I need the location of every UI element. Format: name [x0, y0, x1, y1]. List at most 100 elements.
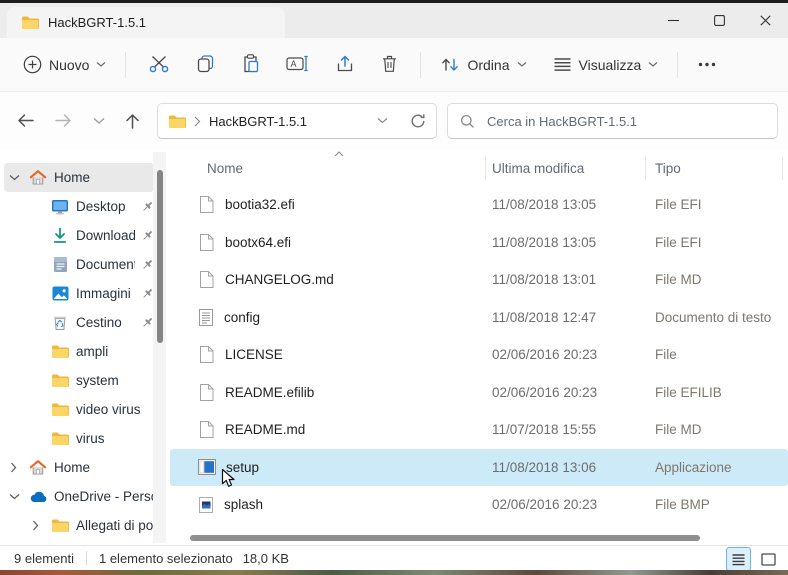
- breadcrumb-path[interactable]: HackBGRT-1.5.1: [209, 114, 307, 129]
- sidebar-item-allegati-di-post[interactable]: Allegati di post: [4, 511, 154, 540]
- file-row-splash[interactable]: splash 02/06/2016 20:23 File BMP: [170, 486, 788, 524]
- column-divider[interactable]: [645, 157, 646, 180]
- details-view-toggle[interactable]: [726, 547, 751, 571]
- sidebar-item-ampli[interactable]: ampli: [4, 337, 154, 366]
- delete-button[interactable]: [381, 54, 398, 76]
- column-header-tipo[interactable]: Tipo: [655, 161, 788, 176]
- file-icon: [198, 345, 215, 364]
- search-input[interactable]: [485, 112, 765, 130]
- back-icon[interactable]: [16, 112, 35, 129]
- large-icons-view-toggle[interactable]: [756, 547, 781, 571]
- file-name-cell: config: [170, 308, 492, 327]
- file-name-cell: LICENSE: [170, 345, 492, 364]
- chevron-right-icon[interactable]: [28, 520, 44, 531]
- sidebar-item-label: Immagini: [76, 286, 131, 301]
- pictures-icon: [50, 286, 70, 301]
- file-modified: 02/06/2016 20:23: [492, 384, 598, 400]
- share-button[interactable]: [335, 54, 355, 76]
- sidebar-item-home[interactable]: Home: [4, 453, 154, 482]
- file-type: File EFI: [655, 197, 702, 213]
- search-box[interactable]: [447, 103, 778, 139]
- sidebar-item-label: Home: [54, 170, 91, 185]
- sidebar-scrollbar-thumb[interactable]: [157, 170, 163, 343]
- text-file-icon: [198, 308, 214, 327]
- file-row-readme-md[interactable]: README.md 11/07/2018 15:55 File MD: [170, 411, 788, 449]
- folder-icon: [50, 373, 70, 388]
- file-list: Nome Ultima modifica Tipo bootia32.efi 11…: [170, 150, 788, 545]
- file-name-cell: bootia32.efi: [170, 195, 492, 214]
- more-options-button[interactable]: [688, 54, 726, 75]
- file-name: bootx64.efi: [225, 234, 292, 250]
- sort-button[interactable]: Ordina: [431, 49, 535, 80]
- file-icon: [198, 383, 215, 402]
- recent-locations-chevron-icon[interactable]: [93, 117, 105, 125]
- file-row-license[interactable]: LICENSE 02/06/2016 20:23 File: [170, 336, 788, 374]
- file-type: File EFILIB: [655, 384, 722, 400]
- file-name-cell: README.efilib: [170, 383, 492, 402]
- sidebar-item-system[interactable]: system: [4, 366, 154, 395]
- refresh-icon[interactable]: [410, 113, 426, 129]
- horizontal-scrollbar-thumb[interactable]: [190, 535, 700, 541]
- onedrive-icon: [28, 490, 48, 503]
- close-button[interactable]: [742, 3, 788, 38]
- sidebar-item-desktop[interactable]: Desktop: [4, 192, 154, 221]
- column-header-nome[interactable]: Nome: [170, 161, 492, 176]
- sidebar-item-video-virus[interactable]: video virus: [4, 395, 154, 424]
- address-bar[interactable]: HackBGRT-1.5.1: [157, 103, 437, 139]
- file-name: config: [224, 309, 261, 325]
- sidebar-item-immagini[interactable]: Immagini: [4, 279, 154, 308]
- file-modified: 11/08/2018 13:01: [492, 272, 597, 288]
- file-modified: 11/07/2018 15:55: [492, 422, 597, 438]
- toolbar-divider: [420, 51, 422, 78]
- sidebar-item-label: ampli: [76, 344, 109, 359]
- folder-icon: [168, 114, 186, 129]
- file-row-config[interactable]: config 11/08/2018 12:47 Documento di testo: [170, 299, 788, 337]
- file-name: CHANGELOG.md: [225, 272, 334, 288]
- file-row-changelog-md[interactable]: CHANGELOG.md 11/08/2018 13:01 File MD: [170, 261, 788, 299]
- file-name: setup: [226, 459, 260, 475]
- title-bar: HackBGRT-1.5.1: [0, 3, 788, 38]
- chevron-right-icon[interactable]: [6, 462, 22, 473]
- sidebar-item-virus[interactable]: virus: [4, 424, 154, 453]
- file-icon: [198, 420, 215, 439]
- image-file-icon: [198, 496, 214, 514]
- folder-icon: [50, 431, 70, 446]
- file-icon: [198, 195, 215, 214]
- minimize-button[interactable]: [650, 3, 696, 38]
- sidebar-item-download[interactable]: Download: [4, 221, 154, 250]
- file-name: LICENSE: [225, 347, 283, 363]
- chevron-down-icon[interactable]: [6, 493, 22, 501]
- plus-circle-icon: [23, 55, 42, 74]
- sidebar-item-cestino[interactable]: Cestino: [4, 308, 154, 337]
- sidebar-item-home[interactable]: Home: [4, 163, 154, 192]
- chevron-down-icon: [648, 61, 658, 68]
- sidebar-item-onedrive-perso[interactable]: OneDrive - Perso: [4, 482, 154, 511]
- sidebar-item-label: Home: [54, 460, 91, 475]
- paste-icon: [241, 53, 260, 73]
- cut-button[interactable]: [148, 54, 170, 76]
- maximize-button[interactable]: [696, 3, 742, 38]
- column-divider[interactable]: [782, 157, 783, 180]
- forward-icon[interactable]: [54, 112, 73, 129]
- sort-ascending-icon: [334, 151, 344, 157]
- sidebar-item-label: Documenti: [76, 257, 135, 272]
- column-header-ultima-modifica[interactable]: Ultima modifica: [492, 161, 655, 176]
- up-icon[interactable]: [124, 112, 141, 130]
- file-modified: 11/08/2018 13:05: [492, 197, 597, 213]
- file-row-setup[interactable]: setup 11/08/2018 13:06 Applicazione: [170, 448, 788, 486]
- file-row-bootia32-efi[interactable]: bootia32.efi 11/08/2018 13:05 File EFI: [170, 186, 788, 224]
- file-row-bootx64-efi[interactable]: bootx64.efi 11/08/2018 13:05 File EFI: [170, 224, 788, 262]
- address-dropdown-chevron-icon[interactable]: [377, 117, 388, 125]
- paste-button[interactable]: [241, 53, 260, 76]
- folder-icon: [50, 518, 70, 533]
- sidebar-item-documenti[interactable]: Documenti: [4, 250, 154, 279]
- file-icon: [198, 270, 215, 289]
- rename-button[interactable]: A: [286, 55, 309, 75]
- copy-button[interactable]: [196, 54, 215, 76]
- view-button[interactable]: Visualizza: [544, 50, 668, 80]
- chevron-down-icon[interactable]: [6, 174, 22, 182]
- toolbar-divider: [677, 51, 679, 78]
- column-divider[interactable]: [485, 157, 486, 180]
- new-button[interactable]: Nuovo: [14, 48, 115, 81]
- file-row-readme-efilib[interactable]: README.efilib 02/06/2016 20:23 File EFILIB: [170, 374, 788, 412]
